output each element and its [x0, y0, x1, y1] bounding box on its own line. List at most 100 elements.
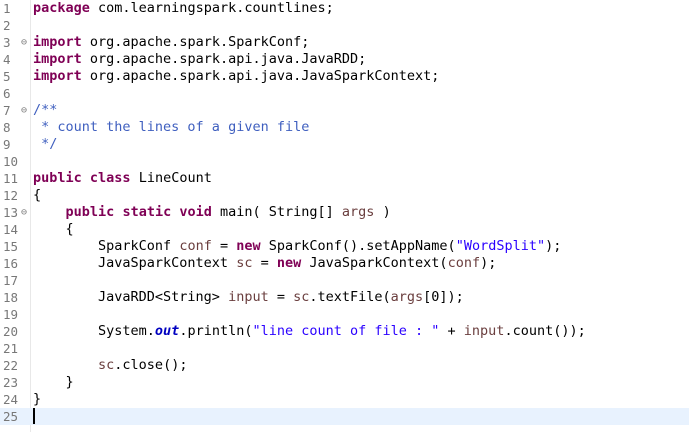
code-token: LineCount: [130, 170, 212, 186]
line-number: 16: [3, 256, 19, 271]
code-token: out: [154, 323, 180, 339]
code-token: main( String[]: [211, 204, 342, 220]
code-token: org.apache.spark.api.java.JavaSparkConte…: [81, 68, 440, 84]
code-token: =: [252, 255, 277, 271]
code-text: SparkConf conf = new SparkConf().setAppN…: [33, 238, 561, 255]
code-token: class: [89, 170, 131, 186]
code-token: "WordSplit": [455, 238, 546, 254]
line-number: 20: [3, 324, 19, 339]
code-token: input: [228, 289, 269, 305]
code-line[interactable]: 7 ⊖/**: [0, 102, 689, 119]
line-number: 1: [3, 1, 11, 16]
code-token: =: [211, 238, 237, 254]
code-token: .println(: [179, 323, 253, 339]
code-line[interactable]: 16 JavaSparkContext sc = new JavaSparkCo…: [0, 255, 689, 272]
code-token: );: [545, 238, 562, 254]
fold-toggle-icon[interactable]: ⊖: [18, 34, 30, 51]
code-line[interactable]: 24}: [0, 391, 689, 408]
code-line[interactable]: 18 JavaRDD<String> input = sc.textFile(a…: [0, 289, 689, 306]
code-line[interactable]: 20 System.out.println("line count of fil…: [0, 323, 689, 340]
code-text: sc.close();: [33, 357, 187, 374]
code-line[interactable]: 25: [0, 408, 689, 425]
code-text: System.out.println("line count of file :…: [33, 323, 586, 340]
code-token: public: [65, 204, 115, 220]
line-number: 25: [3, 409, 19, 424]
code-line[interactable]: 4 import org.apache.spark.api.java.JavaRD…: [0, 51, 689, 68]
code-text: {: [33, 221, 74, 238]
code-token: }: [33, 391, 42, 407]
line-number: 15: [3, 239, 19, 254]
line-number: 2: [3, 18, 11, 33]
code-token: sc: [98, 357, 115, 373]
line-number: 22: [3, 358, 19, 373]
code-text: {: [33, 187, 41, 204]
code-token: import: [33, 68, 82, 84]
code-line[interactable]: 6: [0, 85, 689, 102]
line-number: 8: [3, 120, 11, 135]
code-line[interactable]: 5 import org.apache.spark.api.java.JavaSp…: [0, 68, 689, 85]
code-text: public class LineCount: [33, 170, 212, 187]
code-text: package com.learningspark.countlines;: [33, 0, 334, 17]
code-text: */: [33, 136, 57, 153]
code-line[interactable]: 11 public class LineCount: [0, 170, 689, 187]
code-token: {: [33, 187, 42, 203]
code-token: SparkConf().setAppName(: [260, 238, 456, 254]
code-text: [33, 408, 35, 425]
code-line[interactable]: 15 SparkConf conf = new SparkConf().setA…: [0, 238, 689, 255]
code-line[interactable]: 10: [0, 153, 689, 170]
code-token: JavaSparkContext: [33, 255, 237, 271]
code-line[interactable]: 23 }: [0, 374, 689, 391]
code-line[interactable]: 22 sc.close();: [0, 357, 689, 374]
code-text: }: [33, 391, 41, 408]
code-token: conf: [447, 255, 481, 271]
code-token: new: [276, 255, 302, 271]
code-line[interactable]: 9 */: [0, 136, 689, 153]
code-token: org.apache.spark.SparkConf;: [81, 34, 310, 50]
line-number: 19: [3, 307, 19, 322]
code-token: =: [268, 289, 294, 305]
code-token: +: [439, 323, 464, 339]
code-line[interactable]: 2: [0, 17, 689, 34]
code-line[interactable]: 17: [0, 272, 689, 289]
line-number: 24: [3, 392, 19, 407]
code-line[interactable]: 3 ⊖ import org.apache.spark.SparkConf;: [0, 34, 689, 51]
code-line[interactable]: 19: [0, 306, 689, 323]
code-token: System.: [33, 323, 155, 339]
code-token: sc: [293, 289, 310, 305]
fold-toggle-icon[interactable]: ⊖: [18, 102, 30, 119]
line-number: 9: [3, 137, 11, 152]
code-token: sc: [236, 255, 253, 271]
line-number: 12: [3, 188, 19, 203]
code-token: .count());: [504, 323, 586, 339]
code-token: new: [236, 238, 261, 254]
fold-toggle-icon[interactable]: ⊖: [18, 204, 30, 221]
code-token: /**: [33, 102, 58, 118]
code-token: public: [33, 170, 82, 186]
code-token: {: [33, 221, 74, 237]
line-number: 21: [3, 341, 19, 356]
code-text: import org.apache.spark.api.java.JavaSpa…: [33, 68, 439, 85]
code-line[interactable]: 1 package com.learningspark.countlines;: [0, 0, 689, 17]
code-text: import org.apache.spark.SparkConf;: [33, 34, 309, 51]
code-token: JavaRDD<String>: [33, 289, 229, 305]
code-token: SparkConf: [33, 238, 180, 254]
code-token: );: [480, 255, 497, 271]
code-text: * count the lines of a given file: [33, 119, 309, 136]
code-token: input: [463, 323, 505, 339]
code-token: com.learningspark.countlines;: [89, 0, 334, 16]
code-line[interactable]: 13 ⊖ public static void main( String[] ar…: [0, 204, 689, 221]
code-token: * count the lines of a given file: [33, 119, 310, 135]
code-editor[interactable]: 1 package com.learningspark.countlines; 2 3…: [0, 0, 689, 432]
code-line[interactable]: 8 * count the lines of a given file: [0, 119, 689, 136]
code-token: package: [33, 0, 90, 16]
code-token: conf: [179, 238, 212, 254]
code-line[interactable]: 14 {: [0, 221, 689, 238]
line-number: 18: [3, 290, 19, 305]
line-number: 6: [3, 86, 11, 101]
line-number: 14: [3, 222, 19, 237]
code-token: args: [390, 289, 424, 305]
code-line[interactable]: 12 {: [0, 187, 689, 204]
code-line[interactable]: 21: [0, 340, 689, 357]
